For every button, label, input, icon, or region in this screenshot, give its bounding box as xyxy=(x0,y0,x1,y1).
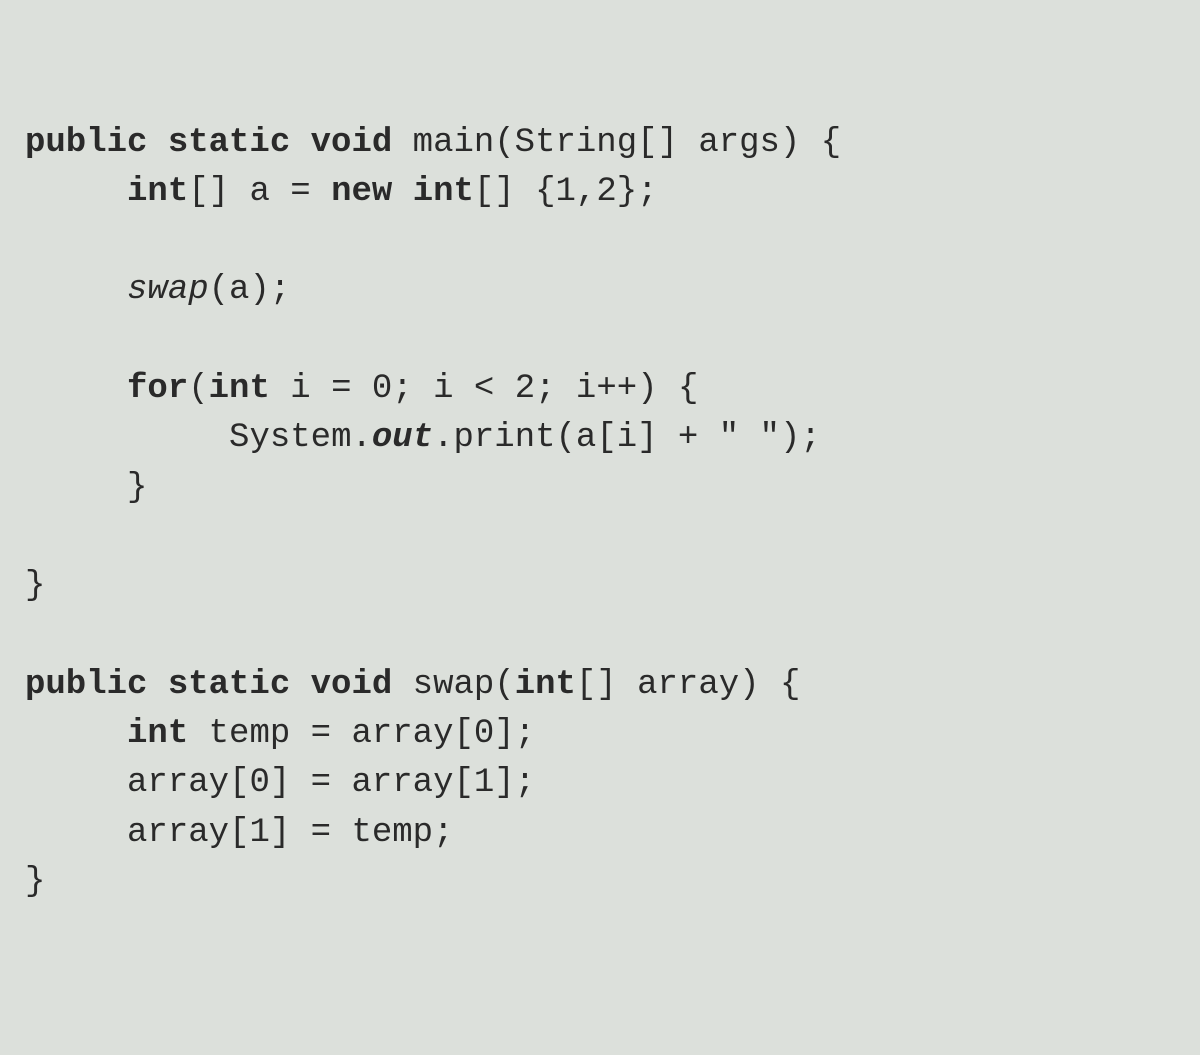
code-block: public static void main(String[] args) {… xyxy=(25,119,1175,908)
code-line-15: array[1] = temp; xyxy=(25,814,453,852)
code-line-2: int[] a = new int[] {1,2}; xyxy=(25,173,658,211)
code-line-16: } xyxy=(25,863,45,901)
code-line-12: public static void swap(int[] array) { xyxy=(25,666,800,704)
code-line-14: array[0] = array[1]; xyxy=(25,764,535,802)
code-line-4: swap(a); xyxy=(25,271,290,309)
code-line-1: public static void main(String[] args) { xyxy=(25,124,841,162)
code-line-8: } xyxy=(25,469,147,507)
code-line-6: for(int i = 0; i < 2; i++) { xyxy=(25,370,698,408)
code-line-10: } xyxy=(25,567,45,605)
code-line-7: System.out.print(a[i] + " "); xyxy=(25,419,821,457)
code-line-13: int temp = array[0]; xyxy=(25,715,535,753)
